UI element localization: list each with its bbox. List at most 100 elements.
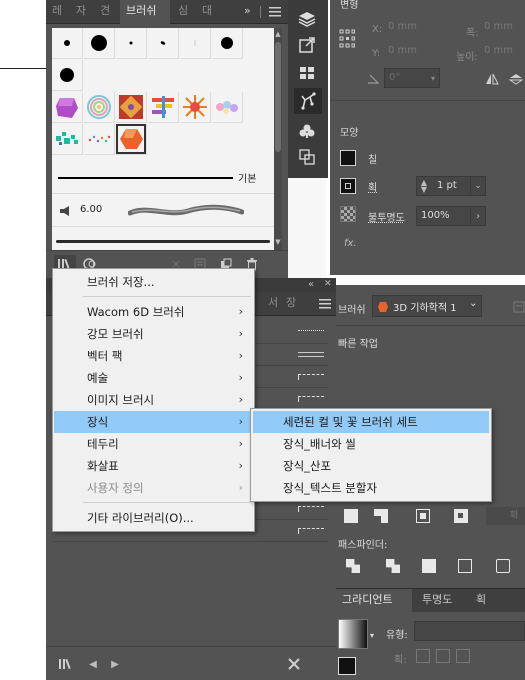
- flip-horizontal-icon[interactable]: [484, 72, 500, 86]
- library-menu-icon[interactable]: [318, 296, 332, 312]
- next-library-icon[interactable]: ▶: [108, 655, 122, 673]
- submenu-item-elegant-curl[interactable]: 세련된 컬 및 꽃 브러쉬 세트: [253, 411, 489, 433]
- brush-sunburst[interactable]: [180, 92, 211, 123]
- brush-3d-geometric-selected[interactable]: [116, 124, 147, 155]
- pathfinder-trim-icon[interactable]: [386, 559, 400, 573]
- tab-library-1[interactable]: 서: [268, 292, 282, 316]
- shape-mode-intersect-icon[interactable]: [416, 509, 430, 523]
- scroll-up-icon[interactable]: ▲: [274, 30, 282, 38]
- reference-point-icon[interactable]: [338, 28, 356, 50]
- stroke-weight-dropdown-icon[interactable]: ⌄: [470, 176, 486, 196]
- tab-artboards[interactable]: 대: [202, 0, 222, 24]
- fill-swatch[interactable]: [340, 150, 356, 166]
- width-field[interactable]: 0 mm: [480, 18, 525, 38]
- gradient-stroke-option-1[interactable]: [416, 649, 430, 663]
- opacity-slider-button[interactable]: ›: [470, 206, 486, 226]
- scroll-down-icon[interactable]: ▼: [274, 238, 282, 246]
- tab-transparency[interactable]: 투명도: [422, 589, 462, 613]
- more-tabs-button[interactable]: »: [244, 0, 258, 24]
- gradient-stroke-option-2[interactable]: [436, 649, 450, 663]
- brush-purple-3d[interactable]: [52, 92, 83, 123]
- submenu-item-banners-seals[interactable]: 장식_배너와 씰: [253, 433, 489, 455]
- pathfinder-crop-icon[interactable]: [458, 559, 472, 573]
- brush-oval-calligraphic[interactable]: [148, 28, 179, 59]
- pathfinder-outline-icon[interactable]: [496, 559, 510, 573]
- brush-dot-medium[interactable]: [212, 28, 243, 59]
- tab-assets[interactable]: 자: [76, 0, 92, 24]
- brush-confetti-dots[interactable]: [84, 124, 115, 155]
- tab-layers[interactable]: 레: [52, 0, 68, 24]
- symbols-club-icon[interactable]: [296, 120, 318, 142]
- collapse-panel-button[interactable]: «: [308, 278, 314, 291]
- y-field[interactable]: 0 mm: [384, 42, 434, 62]
- submenu-item-text-dividers[interactable]: 장식_텍스트 분할자: [253, 477, 489, 499]
- export-icon[interactable]: [296, 34, 318, 56]
- tab-stroke[interactable]: 획: [476, 589, 496, 613]
- previous-library-icon[interactable]: ◀: [86, 655, 100, 673]
- brush-dot-tiny[interactable]: [116, 28, 147, 59]
- gradient-stroke-option-3[interactable]: [456, 649, 470, 663]
- tab-brushes[interactable]: 브러쉬: [120, 0, 170, 24]
- brush-flat-thin[interactable]: [180, 28, 211, 59]
- brush-bubbles[interactable]: [212, 92, 243, 123]
- brush-dot-large[interactable]: [84, 28, 115, 59]
- menu-item-save-brushes[interactable]: 브러쉬 저장...: [54, 271, 253, 293]
- x-field[interactable]: 0 mm: [384, 18, 434, 38]
- angle-dropdown-icon[interactable]: ▾: [428, 70, 438, 86]
- brush-concentric-circles[interactable]: [84, 92, 115, 123]
- effects-fx-button[interactable]: fx.: [344, 238, 357, 249]
- menu-item-decorative[interactable]: 장식 ›: [54, 411, 253, 433]
- shape-mode-exclude-icon[interactable]: [454, 509, 468, 523]
- menu-item-vector-pack[interactable]: 벡터 팩 ›: [54, 345, 253, 367]
- brush-row-basic[interactable]: 기본: [52, 162, 274, 194]
- brush-ornament-square[interactable]: [116, 92, 147, 123]
- flip-vertical-icon[interactable]: [508, 72, 524, 86]
- brush-options-icon[interactable]: [512, 299, 525, 315]
- menu-item-borders[interactable]: 테두리 ›: [54, 433, 253, 455]
- menu-item-arrows[interactable]: 화살표 ›: [54, 455, 253, 477]
- artboards-icon[interactable]: [296, 146, 318, 168]
- stroke-swatch[interactable]: [340, 178, 356, 194]
- puppet-warp-icon[interactable]: [294, 88, 322, 114]
- brush-dot-small[interactable]: [52, 28, 83, 59]
- height-field[interactable]: 0 mm: [480, 42, 525, 62]
- swatches-grid-icon[interactable]: [296, 62, 318, 84]
- brush-row-charcoal[interactable]: 6.00: [52, 195, 274, 227]
- brush-row-rough[interactable]: [52, 228, 274, 250]
- brush-teal-scatter[interactable]: [52, 124, 83, 155]
- tools-icon[interactable]: [286, 655, 302, 673]
- opacity-field[interactable]: 100%: [416, 206, 472, 226]
- submenu-item-scatter[interactable]: 장식_산포: [253, 455, 489, 477]
- tab-library-2[interactable]: 장: [286, 292, 300, 316]
- gradient-preview-swatch[interactable]: [338, 619, 368, 649]
- stroke-label[interactable]: 획: [368, 179, 377, 194]
- pathfinder-merge-icon[interactable]: [422, 559, 436, 573]
- brush-select[interactable]: 3D 기하학적 1 ⌄: [372, 295, 482, 317]
- menu-item-image-brush[interactable]: 이미지 브러시 ›: [54, 389, 253, 411]
- close-panel-button[interactable]: ✕: [324, 278, 332, 291]
- stroke-weight-stepper-icon[interactable]: ▲ ▼: [418, 178, 430, 194]
- tab-swatches[interactable]: 견: [100, 0, 116, 24]
- opacity-label[interactable]: 불투명도: [368, 209, 405, 224]
- scroll-thumb[interactable]: [275, 42, 281, 152]
- gradient-fill-swatch[interactable]: [338, 657, 356, 675]
- layers-stack-icon[interactable]: [296, 8, 318, 30]
- expand-button[interactable]: 확: [486, 507, 525, 525]
- menu-item-other-library[interactable]: 기타 라이브러리(O)...: [54, 507, 253, 529]
- pathfinder-divide-icon[interactable]: [346, 559, 360, 573]
- panel-menu-icon[interactable]: [268, 4, 282, 20]
- menu-item-bristle[interactable]: 강모 브러쉬 ›: [54, 323, 253, 345]
- gradient-type-field[interactable]: [414, 621, 525, 641]
- shape-mode-minus-icon[interactable]: [374, 509, 388, 523]
- menu-item-artistic[interactable]: 예술 ›: [54, 367, 253, 389]
- tab-gradient[interactable]: 그라디언트: [336, 589, 412, 613]
- library-menu-bottom-icon[interactable]: [56, 655, 76, 673]
- menu-item-wacom-6d[interactable]: Wacom 6D 브러쉬 ›: [54, 301, 253, 323]
- brush-dot-xlarge[interactable]: [52, 60, 83, 91]
- gradient-preset-chevron-icon[interactable]: ▾: [370, 631, 374, 640]
- shape-mode-unite-icon[interactable]: [344, 509, 358, 523]
- brushes-scrollbar[interactable]: [274, 28, 282, 250]
- brush-pattern-tile[interactable]: [148, 92, 179, 123]
- gradient-type-label: 유형:: [386, 630, 408, 641]
- tab-symbols[interactable]: 심: [178, 0, 196, 24]
